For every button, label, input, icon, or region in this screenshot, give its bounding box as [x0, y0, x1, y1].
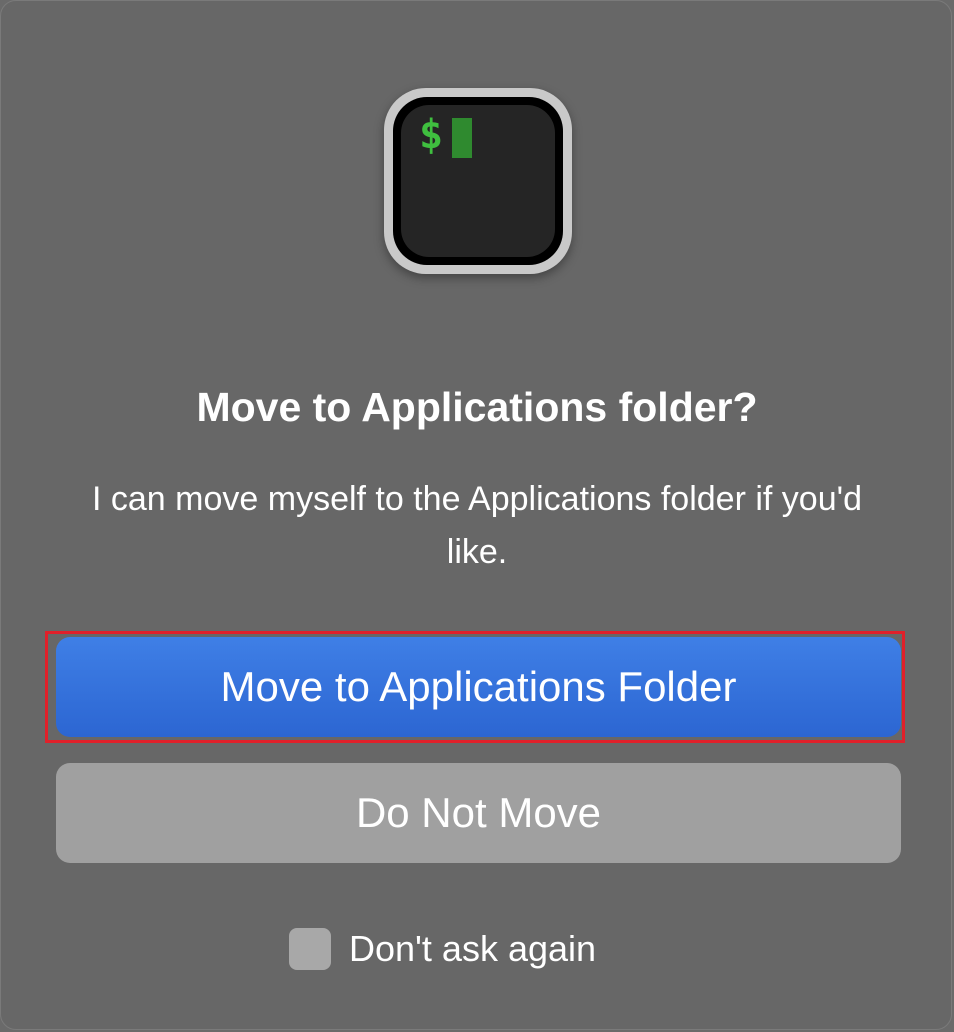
do-not-move-button[interactable]: Do Not Move	[56, 763, 901, 863]
dollar-prompt-glyph: $	[419, 112, 444, 158]
dialog-message: I can move myself to the Applications fo…	[92, 480, 862, 571]
cursor-block-icon	[452, 118, 472, 158]
dont-ask-again-option[interactable]: Don't ask again	[289, 924, 596, 974]
dialog-title: Move to Applications folder?	[196, 384, 758, 430]
dont-ask-again-label: Don't ask again	[349, 928, 597, 969]
terminal-app-icon: $	[384, 88, 572, 274]
terminal-icon-screen: $	[401, 105, 555, 257]
dont-ask-again-checkbox[interactable]	[289, 928, 331, 970]
terminal-icon-bezel: $	[393, 97, 563, 265]
move-to-applications-dialog: $ Move to Applications folder? I can mov…	[0, 0, 952, 1030]
move-to-applications-button[interactable]: Move to Applications Folder	[56, 637, 901, 737]
